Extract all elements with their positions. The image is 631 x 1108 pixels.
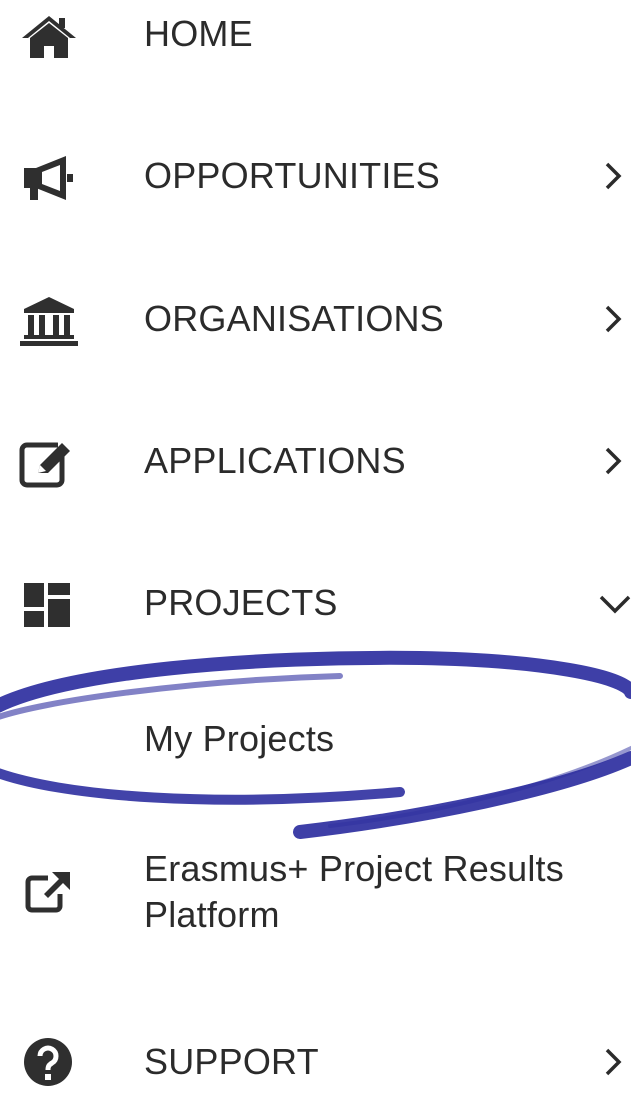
institution-icon — [18, 295, 80, 347]
chevron-right-icon[interactable] — [595, 1040, 631, 1084]
megaphone-icon — [18, 152, 80, 204]
nav-item-opportunities[interactable]: OPPORTUNITIES — [0, 142, 631, 222]
chevron-right-icon[interactable] — [595, 297, 631, 341]
nav-subitem-my-projects[interactable]: My Projects — [0, 705, 631, 785]
chevron-right-icon[interactable] — [595, 439, 631, 483]
nav-label-my-projects: My Projects — [144, 718, 335, 759]
chevron-down-icon[interactable] — [595, 581, 631, 625]
home-icon — [18, 10, 80, 62]
nav-label-opportunities: OPPORTUNITIES — [144, 155, 440, 196]
side-navigation: HOME OPPORTUNITIES ORGANISATIONS APPLICA… — [0, 0, 631, 1086]
nav-item-support[interactable]: SUPPORT — [0, 1028, 631, 1108]
nav-label-projects: PROJECTS — [144, 582, 338, 623]
dashboard-icon — [18, 579, 80, 631]
edit-icon — [18, 437, 80, 489]
nav-label-support: SUPPORT — [144, 1041, 319, 1082]
nav-label-organisations: ORGANISATIONS — [144, 298, 444, 339]
nav-item-applications[interactable]: APPLICATIONS — [0, 427, 631, 507]
nav-item-organisations[interactable]: ORGANISATIONS — [0, 285, 631, 365]
nav-item-home[interactable]: HOME — [0, 0, 631, 80]
results-platform-line2: Platform — [144, 894, 280, 935]
nav-label-home: HOME — [144, 13, 253, 54]
external-link-icon — [18, 866, 80, 918]
question-icon — [18, 1034, 80, 1086]
nav-label-applications: APPLICATIONS — [144, 440, 406, 481]
results-platform-line1: Erasmus+ Project Results — [144, 848, 564, 889]
nav-item-results-platform[interactable]: Erasmus+ Project Results Platform — [0, 846, 631, 946]
chevron-right-icon[interactable] — [595, 154, 631, 198]
nav-label-results-platform: Erasmus+ Project Results Platform — [144, 846, 614, 938]
nav-item-projects[interactable]: PROJECTS — [0, 569, 631, 649]
